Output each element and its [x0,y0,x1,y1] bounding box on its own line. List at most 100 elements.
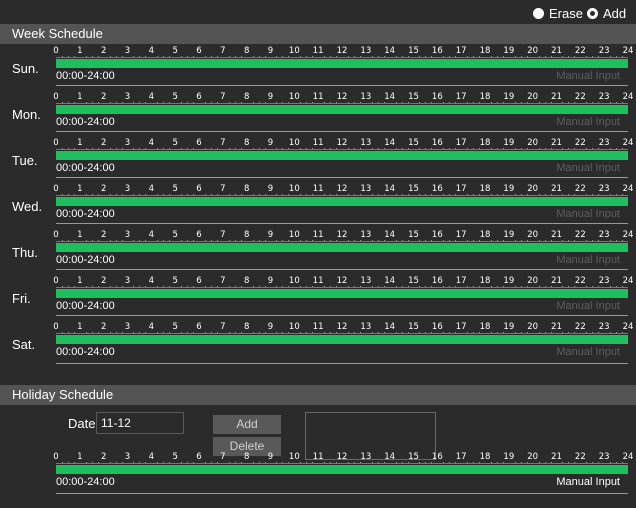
add-radio[interactable]: Add [587,6,626,21]
day-6-hour-tick-2: 2 [100,322,107,332]
day-5-hour-tick-22: 22 [574,276,586,286]
day-0-hour-tick-1: 1 [77,46,83,56]
day-2-hour-tick-8: 8 [243,138,250,148]
timeline-bar[interactable] [56,105,628,114]
day-row: Sun. 0 1 2 3 4 5 6 7 8 9 10 11 12 13 14 15 16 17 18 19 20 21 22… [0,46,636,92]
day-1-hour-tick-9: 9 [267,92,274,102]
day-5-hour-tick-13: 13 [360,276,372,286]
day-5-hour-tick-19: 19 [503,276,515,286]
holiday-hour-tick-0: 0 [53,452,59,462]
manual-input-button[interactable]: Manual Input [556,162,620,174]
day-2-hour-tick-16: 16 [431,138,443,148]
day-3-hour-tick-8: 8 [243,184,250,194]
manual-input-button[interactable]: Manual Input [556,116,620,128]
timeline-bar[interactable] [56,243,628,252]
day-row: Sat. 0 1 2 3 4 5 6 7 8 9 10 11 12 13 14 15 16 17 18 19 20 21 22… [0,322,636,368]
day-3-hour-tick-7: 7 [220,184,226,194]
holiday-add-button[interactable]: Add [213,415,281,434]
day-4-hour-tick-13: 13 [360,230,372,240]
timeline-bar[interactable] [56,151,628,160]
day-2-hour-tick-19: 19 [503,138,515,148]
day-6-hour-tick-4: 4 [148,322,155,332]
day-2-hour-tick-15: 15 [408,138,419,148]
day-5-hour-tick-5: 5 [172,276,178,286]
timeline-bar[interactable] [56,59,628,68]
holiday-manual-input-button[interactable]: Manual Input [556,476,620,488]
day-0-hour-tick-13: 13 [360,46,372,56]
day-0-hour-tick-5: 5 [172,46,178,56]
ruler [56,195,628,196]
manual-input-button[interactable]: Manual Input [556,208,620,220]
day-6-hour-tick-8: 8 [243,322,250,332]
day-6-hour-tick-13: 13 [360,322,372,332]
holiday-row-divider [56,493,628,494]
day-1-hour-tick-7: 7 [220,92,226,102]
day-1-hour-tick-13: 13 [360,92,372,102]
day-4-hour-tick-17: 17 [455,230,467,240]
timeline-bar[interactable] [56,197,628,206]
day-2-hour-tick-22: 22 [574,138,586,148]
holiday-hour-tick-12: 12 [336,452,348,462]
day-3-hour-tick-9: 9 [267,184,274,194]
day-4-hour-tick-7: 7 [220,230,226,240]
day-3-hour-tick-0: 0 [53,184,59,194]
day-1-hour-tick-21: 21 [551,92,562,102]
day-5-hour-tick-4: 4 [148,276,155,286]
ruler [56,103,628,104]
holiday-timeline-bar[interactable] [56,465,628,474]
day-6-hour-tick-23: 23 [598,322,610,332]
holiday-hour-tick-3: 3 [124,452,131,462]
day-row: Thu. 0 1 2 3 4 5 6 7 8 9 10 11 12 13 14 15 16 17 18 19 20 21 22… [0,230,636,276]
day-4-hour-tick-15: 15 [408,230,419,240]
day-3-hour-tick-11: 11 [312,184,324,194]
day-2-hour-tick-13: 13 [360,138,372,148]
day-6-hour-tick-14: 14 [384,322,396,332]
day-1-hour-tick-8: 8 [243,92,250,102]
day-3-hour-tick-5: 5 [172,184,178,194]
day-4-hour-tick-0: 0 [53,230,59,240]
day-6-hour-tick-7: 7 [220,322,226,332]
day-2-hour-tick-17: 17 [455,138,467,148]
day-5-hour-tick-1: 1 [77,276,83,286]
ruler [56,241,628,242]
holiday-hour-tick-1: 1 [77,452,83,462]
time-range: 00:00-24:00 [56,254,115,266]
day-3-hour-tick-17: 17 [455,184,467,194]
erase-radio[interactable]: Erase [533,6,583,21]
day-label: Sat. [12,337,36,352]
day-row: Wed. 0 1 2 3 4 5 6 7 8 9 10 11 12 13 14 15 16 17 18 19 20 21 22… [0,184,636,230]
day-2-hour-tick-23: 23 [598,138,610,148]
day-1-hour-tick-15: 15 [408,92,419,102]
manual-input-button[interactable]: Manual Input [556,346,620,358]
holiday-hour-tick-11: 11 [312,452,324,462]
day-3-hour-tick-14: 14 [384,184,396,194]
manual-input-button[interactable]: Manual Input [556,70,620,82]
day-4-hour-tick-20: 20 [527,230,539,240]
manual-input-button[interactable]: Manual Input [556,254,620,266]
day-6-hour-tick-6: 6 [196,322,202,332]
day-2-hour-tick-10: 10 [288,138,300,148]
holiday-hour-tick-7: 7 [220,452,226,462]
date-input[interactable] [96,412,184,434]
holiday-hour-tick-17: 17 [455,452,467,462]
timeline-bar[interactable] [56,335,628,344]
manual-input-button[interactable]: Manual Input [556,300,620,312]
time-range: 00:00-24:00 [56,346,115,358]
holiday-hour-tick-4: 4 [148,452,155,462]
timeline-bar[interactable] [56,289,628,298]
day-3-hour-tick-19: 19 [503,184,515,194]
day-6-hour-tick-0: 0 [53,322,59,332]
day-4-hour-tick-6: 6 [196,230,202,240]
radio-ring-icon [587,7,598,19]
day-4-hour-tick-23: 23 [598,230,610,240]
day-5-hour-tick-24: 24 [622,276,634,286]
ruler [56,149,628,150]
day-1-hour-tick-11: 11 [312,92,324,102]
day-6-hour-tick-20: 20 [527,322,539,332]
day-0-hour-tick-19: 19 [503,46,515,56]
day-0-hour-tick-21: 21 [551,46,562,56]
holiday-hour-tick-2: 2 [100,452,107,462]
day-0-hour-tick-6: 6 [196,46,202,56]
day-0-hour-tick-12: 12 [336,46,348,56]
day-2-hour-tick-24: 24 [622,138,634,148]
